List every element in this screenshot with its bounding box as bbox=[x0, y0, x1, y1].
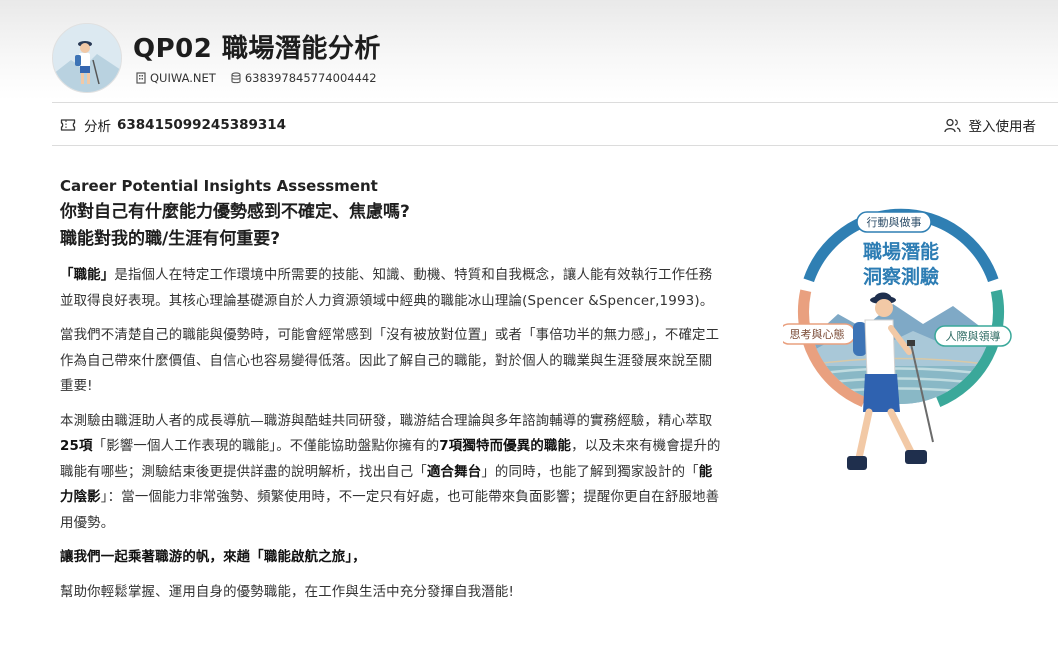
login-user-button[interactable]: 登入使用者 bbox=[943, 115, 1037, 135]
bold-term: 25項 bbox=[60, 439, 93, 454]
heading-line-1: 你對自己有什麼能力優勢感到不確定、焦慮嗎? bbox=[60, 202, 410, 222]
paragraph-1: 「職能」是指個人在特定工作環境中所需要的技能、知識、動機、特質和自我概念，讓人能… bbox=[60, 263, 722, 314]
bold-term: 適合舞台 bbox=[426, 464, 482, 480]
avatar bbox=[52, 23, 122, 93]
header-meta: QUIWA.NET 638397845774004442 bbox=[135, 71, 391, 85]
site-name: QUIWA.NET bbox=[150, 71, 216, 85]
main-content: Career Potential Insights Assessment 你對自… bbox=[60, 177, 722, 614]
paragraph-4: 讓我們一起乘著職游的帆，來趟「職能啟航之旅」， bbox=[60, 550, 366, 565]
analysis-id: 638415099245389314 bbox=[117, 117, 287, 133]
heading-line-2: 職能對我的職/生涯有何重要? bbox=[60, 229, 281, 249]
page-title: QP02 職場潛能分析 bbox=[133, 34, 381, 64]
login-label: 登入使用者 bbox=[968, 119, 1037, 135]
paragraph-text: 是指個人在特定工作環境中所需要的技能、知識、動機、特質和自我概念，讓人能有效執行… bbox=[60, 268, 714, 309]
analysis-info: 分析 638415099245389314 bbox=[60, 115, 286, 135]
bold-term: 7項獨特而優異的職能 bbox=[439, 439, 572, 454]
paragraph-text: 本測驗由職涯助人者的成長導航—職游與酷蛙共同研發，職游結合理論與多年諮詢輔導的實… bbox=[60, 413, 713, 429]
paragraph-text: 」：當一個能力非常強勢、頻繁使用時，不一定只有好處，也可能帶來負面影響；提醒你更… bbox=[60, 490, 720, 531]
site-meta: QUIWA.NET bbox=[135, 71, 216, 85]
tag-right-text: 人際與領導 bbox=[946, 329, 1001, 343]
illustration-title-line-2: 洞察測驗 bbox=[863, 265, 939, 288]
analysis-label: 分析 bbox=[84, 119, 111, 135]
id-meta: 638397845774004442 bbox=[230, 71, 377, 85]
users-icon bbox=[943, 118, 961, 132]
paragraph-text: 「影響一個人工作表現的職能」。不僅能協助盤點你擁有的 bbox=[92, 439, 440, 454]
bold-term: 「職能」 bbox=[60, 268, 115, 283]
assessment-illustration: 行動與做事 思考與心態 人際與領導 職場潛能 洞察測驗 bbox=[783, 208, 1012, 470]
top-header: QP02 職場潛能分析 QUIWA.NET 638397845774004442 bbox=[0, 0, 1058, 100]
quiz-id: 638397845774004442 bbox=[244, 71, 377, 85]
ticket-icon bbox=[60, 119, 76, 131]
subtitle: Career Potential Insights Assessment bbox=[60, 177, 378, 195]
hiker-avatar-icon bbox=[53, 24, 121, 92]
paragraph-5: 幫助你輕鬆掌握、運用自身的優勢職能，在工作與生活中充分發揮自我潛能! bbox=[60, 584, 515, 600]
illustration-title-line-1: 職場潛能 bbox=[863, 240, 939, 263]
paragraph-text: 」的同時，也能了解到獨家設計的「 bbox=[481, 464, 699, 480]
main-heading: 你對自己有什麼能力優勢感到不確定、焦慮嗎? 職能對我的職/生涯有何重要? bbox=[60, 199, 722, 253]
database-icon bbox=[231, 72, 241, 84]
tag-left-text: 思考與心態 bbox=[790, 327, 845, 341]
building-icon bbox=[136, 72, 146, 84]
paragraph-3: 本測驗由職涯助人者的成長導航—職游與酷蛙共同研發，職游結合理論與多年諮詢輔導的實… bbox=[60, 409, 722, 537]
info-bar: 分析 638415099245389314 登入使用者 bbox=[52, 102, 1058, 146]
tag-top-text: 行動與做事 bbox=[867, 215, 922, 229]
paragraph-2: 當我們不清楚自己的職能與優勢時，可能會經常感到「沒有被放對位置」或者「事倍功半的… bbox=[60, 328, 720, 394]
